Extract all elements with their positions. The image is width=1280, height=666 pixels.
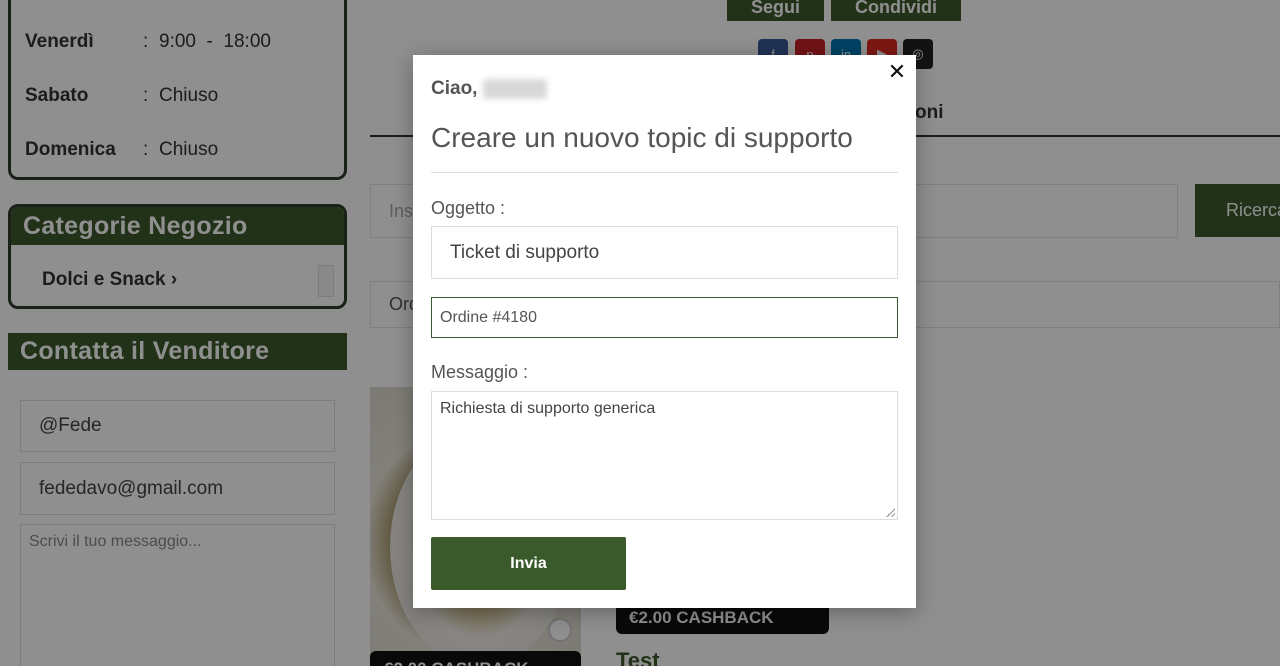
modal-divider bbox=[431, 172, 898, 173]
subject-label: Oggetto : bbox=[431, 198, 506, 218]
redacted-username bbox=[483, 79, 548, 99]
submit-button[interactable]: Invia bbox=[431, 537, 626, 590]
subject-input[interactable]: Ticket di supporto bbox=[431, 226, 898, 279]
message-textarea[interactable]: Richiesta di supporto generica bbox=[431, 391, 898, 520]
support-topic-modal: ✕ Ciao, Creare un nuovo topic di support… bbox=[413, 55, 916, 608]
close-icon[interactable]: ✕ bbox=[886, 59, 908, 84]
modal-title: Creare un nuovo topic di supporto bbox=[431, 122, 853, 153]
message-text: Richiesta di supporto generica bbox=[440, 400, 656, 417]
resize-handle-icon[interactable] bbox=[886, 508, 895, 517]
greeting: Ciao, bbox=[431, 78, 548, 100]
message-label: Messaggio : bbox=[431, 362, 529, 382]
order-select[interactable]: Ordine #4180 bbox=[431, 297, 898, 338]
greeting-text: Ciao, bbox=[431, 78, 478, 99]
